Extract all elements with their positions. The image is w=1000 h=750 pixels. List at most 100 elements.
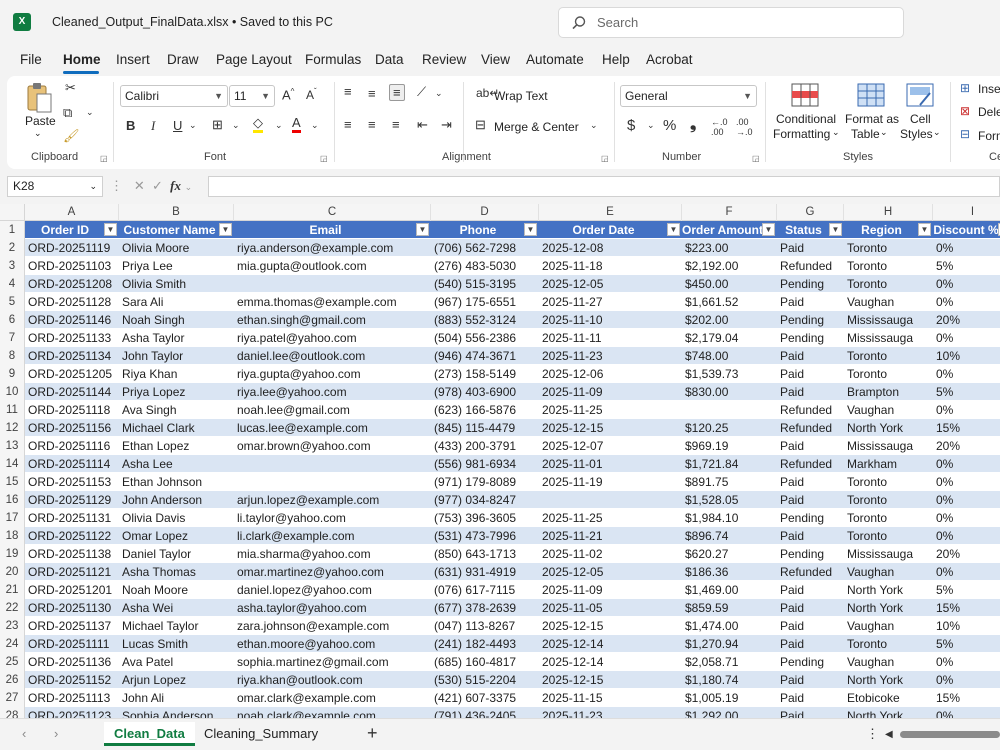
cell[interactable]: Toronto	[844, 509, 933, 527]
cell[interactable]: Toronto	[844, 257, 933, 275]
row-header[interactable]: 7	[0, 329, 25, 347]
cell[interactable]: (556) 981-6934	[431, 455, 539, 473]
cell[interactable]: 0%	[933, 239, 1000, 257]
cell[interactable]: ORD-20251113	[25, 689, 119, 707]
cell[interactable]: $1,292.00	[682, 707, 777, 718]
cell[interactable]: riya.khan@outlook.com	[234, 671, 431, 689]
name-box[interactable]: K28 ⌄	[7, 176, 103, 197]
worksheet-grid[interactable]: ABCDEFGHI 1 Order ID ▼ Customer Name ▼ Email ▼…	[0, 204, 1000, 718]
cell[interactable]: Toronto	[844, 635, 933, 653]
scroll-left-icon[interactable]: ◀	[885, 729, 893, 740]
cell[interactable]: Olivia Moore	[119, 239, 234, 257]
cell[interactable]: ORD-20251122	[25, 527, 119, 545]
cell[interactable]: North York	[844, 707, 933, 718]
cell[interactable]: Paid	[777, 239, 844, 257]
cell[interactable]: (241) 182-4493	[431, 635, 539, 653]
cell[interactable]: (047) 113-8267	[431, 617, 539, 635]
cell[interactable]: mia.sharma@yahoo.com	[234, 545, 431, 563]
cell[interactable]: ORD-20251114	[25, 455, 119, 473]
cell[interactable]: Pending	[777, 275, 844, 293]
row-header[interactable]: 27	[0, 689, 25, 707]
align-middle-icon[interactable]: ≡	[368, 86, 376, 101]
cell[interactable]: Asha Taylor	[119, 329, 234, 347]
cell[interactable]: $896.74	[682, 527, 777, 545]
cell[interactable]: Refunded	[777, 455, 844, 473]
cell[interactable]: Pending	[777, 545, 844, 563]
cell[interactable]: (845) 115-4479	[431, 419, 539, 437]
cell[interactable]: $859.59	[682, 599, 777, 617]
cell[interactable]: ORD-20251138	[25, 545, 119, 563]
cancel-icon[interactable]: ✕	[134, 178, 145, 193]
cell[interactable]: 2025-11-19	[539, 473, 682, 491]
cell[interactable]: (530) 515-2204	[431, 671, 539, 689]
font-launcher-icon[interactable]: ◲	[320, 154, 328, 163]
cell[interactable]: (076) 617-7115	[431, 581, 539, 599]
wrap-text-button[interactable]: Wrap Text	[494, 89, 548, 103]
cell[interactable]: ORD-20251137	[25, 617, 119, 635]
cell[interactable]: $1,539.73	[682, 365, 777, 383]
column-header[interactable]: B	[119, 204, 234, 221]
cell[interactable]: Asha Lee	[119, 455, 234, 473]
cell[interactable]: ORD-20251146	[25, 311, 119, 329]
cell[interactable]: ORD-20251119	[25, 239, 119, 257]
header-cell[interactable]: Email	[234, 221, 431, 239]
cell[interactable]	[539, 491, 682, 509]
font-color-icon[interactable]: A	[292, 116, 301, 133]
search-box[interactable]: Search	[558, 7, 904, 38]
cell[interactable]: Vaughan	[844, 563, 933, 581]
align-left-icon[interactable]: ≡	[344, 117, 352, 132]
cell[interactable]: 0%	[933, 473, 1000, 491]
row-header[interactable]: 6	[0, 311, 25, 329]
cell[interactable]: (504) 556-2386	[431, 329, 539, 347]
cut-icon[interactable]: ✂	[65, 80, 76, 96]
format-painter-icon[interactable]: 🖌	[63, 128, 80, 144]
conditional-formatting-label-2[interactable]: Formatting	[773, 127, 830, 141]
filter-dropdown-icon[interactable]: ▼	[918, 223, 931, 236]
row-header[interactable]: 15	[0, 473, 25, 491]
orientation-dropdown-icon[interactable]: ⌄	[435, 88, 443, 99]
format-cells-icon[interactable]: ⊟	[960, 127, 970, 141]
cell[interactable]: Paid	[777, 365, 844, 383]
menu-help[interactable]: Help	[602, 52, 630, 67]
cell[interactable]: Markham	[844, 455, 933, 473]
cell[interactable]: (978) 403-6900	[431, 383, 539, 401]
cell[interactable]: 15%	[933, 599, 1000, 617]
font-name-select[interactable]: Calibri ▼	[120, 85, 228, 107]
menu-data[interactable]: Data	[375, 52, 404, 67]
row-header[interactable]: 12	[0, 419, 25, 437]
cell[interactable]: (706) 562-7298	[431, 239, 539, 257]
row-header[interactable]: 4	[0, 275, 25, 293]
cell[interactable]: Refunded	[777, 563, 844, 581]
cell[interactable]: 15%	[933, 689, 1000, 707]
cell[interactable]: 0%	[933, 563, 1000, 581]
cell[interactable]: 2025-11-25	[539, 509, 682, 527]
cell[interactable]: Pending	[777, 311, 844, 329]
cell[interactable]: (850) 643-1713	[431, 545, 539, 563]
conditional-formatting-icon[interactable]	[791, 83, 819, 107]
cell[interactable]: $223.00	[682, 239, 777, 257]
cell[interactable]: ORD-20251134	[25, 347, 119, 365]
cell[interactable]: (531) 473-7996	[431, 527, 539, 545]
cell[interactable]: 0%	[933, 455, 1000, 473]
cell[interactable]: Pending	[777, 653, 844, 671]
cell[interactable]: $202.00	[682, 311, 777, 329]
borders-icon[interactable]: ⊞	[212, 117, 223, 133]
cell[interactable]: John Anderson	[119, 491, 234, 509]
cell[interactable]: North York	[844, 581, 933, 599]
paste-dropdown-icon[interactable]: ⌄	[34, 128, 42, 139]
formula-input[interactable]	[208, 176, 1000, 197]
cell[interactable]: Paid	[777, 383, 844, 401]
orientation-icon[interactable]: ⟋	[417, 84, 426, 100]
cell[interactable]: $969.19	[682, 437, 777, 455]
cell[interactable]: riya.anderson@example.com	[234, 239, 431, 257]
horizontal-scrollbar[interactable]	[900, 731, 1000, 738]
row-header[interactable]: 17	[0, 509, 25, 527]
cell[interactable]: (967) 175-6551	[431, 293, 539, 311]
prev-sheet-icon[interactable]: ‹	[22, 726, 26, 741]
cell[interactable]: (273) 158-5149	[431, 365, 539, 383]
cell[interactable]: Paid	[777, 707, 844, 718]
cell[interactable]: 2025-11-09	[539, 383, 682, 401]
cell[interactable]: 2025-11-18	[539, 257, 682, 275]
cell[interactable]: Priya Lopez	[119, 383, 234, 401]
row-header[interactable]: 14	[0, 455, 25, 473]
